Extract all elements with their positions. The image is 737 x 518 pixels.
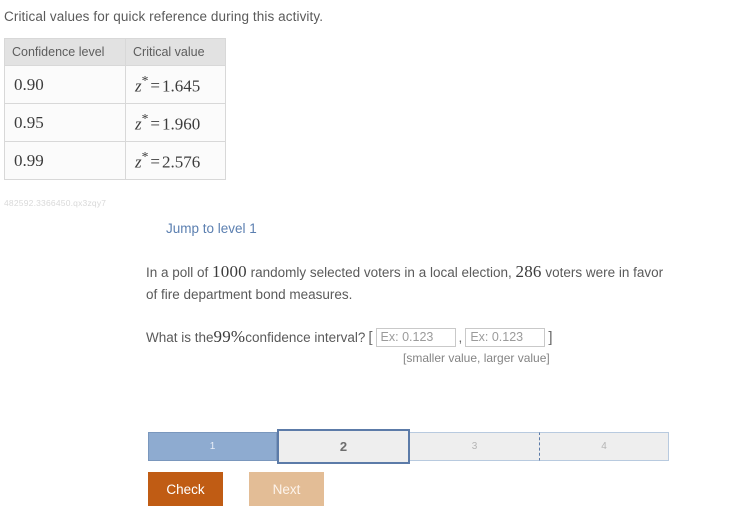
question-part-2: randomly selected voters in a local elec… <box>246 265 516 280</box>
confidence-level-cell: 0.90 <box>4 65 126 104</box>
progress-step-4-label: 4 <box>601 441 607 452</box>
z-symbol: z <box>135 152 142 172</box>
activity-panel: Jump to level 1 In a poll of 1000 random… <box>146 220 706 365</box>
confidence-level-value: 99% <box>213 327 246 346</box>
interval-separator: , <box>458 329 463 345</box>
intro-text: Critical values for quick reference duri… <box>4 9 324 24</box>
table-header-row: Confidence level Critical value <box>4 38 226 66</box>
progress-step-1-label: 1 <box>209 441 216 452</box>
z-symbol: z <box>135 76 142 96</box>
progress-step-2-label: 2 <box>339 439 348 454</box>
progress-bar: 1 2 3 4 <box>148 429 669 464</box>
input-hint-text: [smaller value, larger value] <box>403 351 550 365</box>
critical-value-number: 2.576 <box>162 152 201 172</box>
critical-values-table: Confidence level Critical value 0.90 z* =… <box>4 38 226 180</box>
next-button[interactable]: Next <box>249 472 324 506</box>
close-bracket: ] <box>548 328 553 346</box>
sample-size-value: 1000 <box>212 262 247 281</box>
open-bracket: [ <box>368 328 373 346</box>
action-buttons: Check Next <box>148 472 324 506</box>
z-symbol: z <box>135 114 142 134</box>
equals-symbol: = <box>150 114 161 134</box>
prompt-suffix: confidence interval? <box>245 329 366 345</box>
progress-step-3[interactable]: 3 <box>410 432 539 461</box>
critical-value-cell: z* = 2.576 <box>125 141 226 180</box>
lower-bound-input[interactable] <box>375 327 456 347</box>
jump-to-level-link[interactable]: Jump to level 1 <box>166 221 257 236</box>
progress-step-3-label: 3 <box>471 441 478 452</box>
question-text: In a poll of 1000 randomly selected vote… <box>146 261 671 306</box>
watermark-id: 482592.3366450.qx3zqy7 <box>4 198 107 208</box>
confidence-level-cell: 0.99 <box>4 141 126 180</box>
confidence-interval-prompt: What is the 99% confidence interval? [ ,… <box>146 327 706 347</box>
progress-step-4[interactable]: 4 <box>539 432 669 461</box>
table-row: 0.95 z* = 1.960 <box>4 103 226 142</box>
equals-symbol: = <box>150 76 161 96</box>
favorable-count-value: 286 <box>515 262 542 281</box>
column-header-confidence-level: Confidence level <box>4 38 126 66</box>
progress-step-2[interactable]: 2 <box>277 429 410 464</box>
check-button[interactable]: Check <box>148 472 223 506</box>
critical-value-number: 1.960 <box>162 114 201 134</box>
progress-step-1[interactable]: 1 <box>148 432 277 461</box>
table-row: 0.90 z* = 1.645 <box>4 65 226 104</box>
equals-symbol: = <box>150 152 161 172</box>
table-row: 0.99 z* = 2.576 <box>4 141 226 180</box>
critical-value-cell: z* = 1.645 <box>125 65 226 104</box>
critical-value-number: 1.645 <box>162 76 201 96</box>
upper-bound-input[interactable] <box>465 327 546 347</box>
critical-value-cell: z* = 1.960 <box>125 103 226 142</box>
column-header-critical-value: Critical value <box>125 38 226 66</box>
question-part-1: In a poll of <box>146 265 213 280</box>
prompt-prefix: What is the <box>146 329 214 345</box>
confidence-level-cell: 0.95 <box>4 103 126 142</box>
